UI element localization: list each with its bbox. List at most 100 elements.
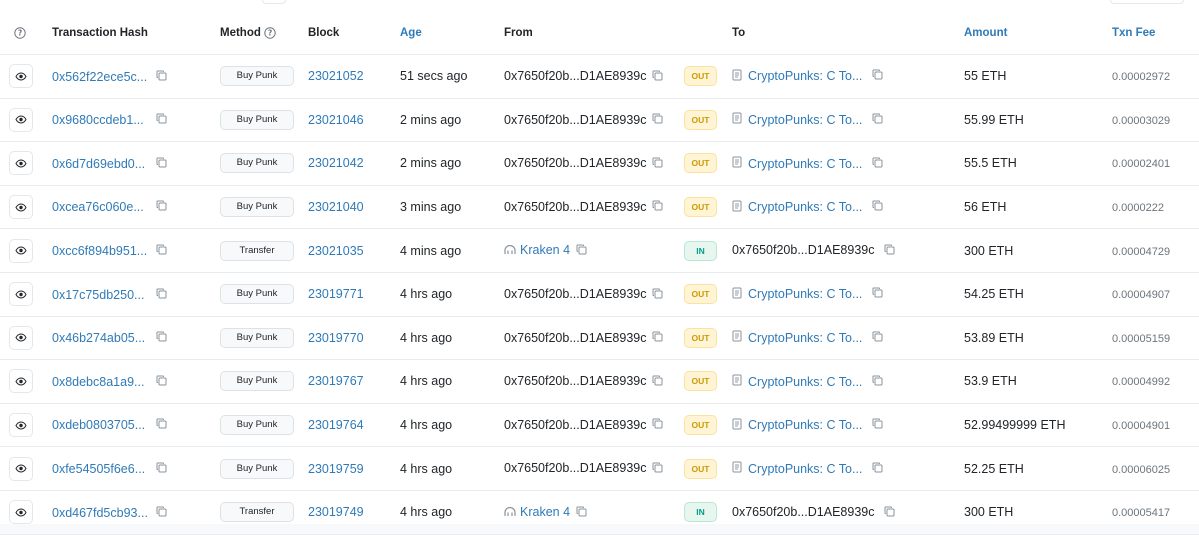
eye-icon[interactable] [9,151,33,176]
from-address[interactable]: 0x7650f20b...D1AE8939c [504,113,646,127]
copy-icon[interactable] [652,200,663,214]
copy-icon[interactable] [156,157,167,171]
copy-icon[interactable] [652,70,663,84]
copy-icon[interactable] [872,331,883,345]
block-link[interactable]: 23019771 [308,287,364,301]
eye-icon[interactable] [9,64,33,89]
tx-hash-link[interactable]: 0xdeb0803705... [52,418,150,432]
eye-icon[interactable] [9,500,33,525]
tx-hash-link[interactable]: 0x17c75db250... [52,288,150,302]
copy-icon[interactable] [884,244,895,258]
from-address[interactable]: 0x7650f20b...D1AE8939c [504,156,646,170]
copy-icon[interactable] [156,331,167,345]
copy-icon[interactable] [872,418,883,432]
eye-icon[interactable] [9,107,33,132]
row-preview-cell [0,490,52,535]
block-link[interactable]: 23021052 [308,69,364,83]
copy-icon[interactable] [872,113,883,127]
copy-icon[interactable] [872,375,883,389]
direction-badge: OUT [684,284,717,305]
txn-fee-value: 0.00003029 [1112,114,1171,127]
eye-icon[interactable] [9,282,33,307]
copy-icon[interactable] [884,506,895,520]
copy-icon[interactable] [652,288,663,302]
block-link[interactable]: 23019749 [308,505,364,519]
table-row: 0x8debc8a1a9... Buy Punk 23019767 4 hrs ago… [0,359,1199,404]
copy-icon[interactable] [652,113,663,127]
question-icon[interactable]: ? [14,27,26,39]
to-link[interactable]: CryptoPunks: C To... [748,462,862,476]
copy-icon[interactable] [156,506,167,520]
copy-icon[interactable] [872,69,883,83]
header-age[interactable]: Age [400,12,504,55]
block-link[interactable]: 23021040 [308,200,364,214]
copy-icon[interactable] [652,418,663,432]
from-address[interactable]: 0x7650f20b...D1AE8939c [504,69,646,83]
block-link[interactable]: 23021042 [308,156,364,170]
tx-hash-link[interactable]: 0x6d7d69ebd0... [52,157,150,171]
block-link[interactable]: 23021046 [308,113,364,127]
tx-hash-link[interactable]: 0x9680ccdeb1... [52,113,150,127]
copy-icon[interactable] [156,70,167,84]
copy-icon[interactable] [652,462,663,476]
tx-hash-link[interactable]: 0x8debc8a1a9... [52,375,150,389]
copy-icon[interactable] [652,375,663,389]
to-link[interactable]: CryptoPunks: C To... [748,157,862,171]
to-link[interactable]: CryptoPunks: C To... [748,331,862,345]
from-address[interactable]: 0x7650f20b...D1AE8939c [504,200,646,214]
from-address[interactable]: 0x7650f20b...D1AE8939c [504,374,646,388]
to-link[interactable]: CryptoPunks: C To... [748,375,862,389]
tx-hash-link[interactable]: 0xcc6f894b951... [52,244,150,258]
amount-cell: 54.25 ETH [964,272,1112,317]
copy-icon[interactable] [652,157,663,171]
from-address[interactable]: 0x7650f20b...D1AE8939c [504,461,646,475]
copy-icon[interactable] [872,462,883,476]
block-link[interactable]: 23019764 [308,418,364,432]
eye-icon[interactable] [9,238,33,263]
eye-icon[interactable] [9,413,33,438]
header-txn-fee[interactable]: Txn Fee [1112,12,1199,55]
block-link[interactable]: 23019767 [308,374,364,388]
copy-icon[interactable] [156,418,167,432]
copy-icon[interactable] [156,113,167,127]
copy-icon[interactable] [156,244,167,258]
eye-icon[interactable] [9,456,33,481]
method-help-icon[interactable]: ? [264,27,276,39]
from-address[interactable]: 0x7650f20b...D1AE8939c [504,418,646,432]
copy-icon[interactable] [576,506,587,520]
copy-icon[interactable] [156,375,167,389]
copy-icon[interactable] [872,200,883,214]
tx-hash-link[interactable]: 0x562f22ece5c... [52,70,150,84]
to-link[interactable]: CryptoPunks: C To... [748,69,862,83]
tx-hash-link[interactable]: 0x46b274ab05... [52,331,150,345]
tx-hash-link[interactable]: 0xcea76c060e... [52,200,150,214]
tx-hash-link[interactable]: 0xfe54505f6e6... [52,462,150,476]
copy-icon[interactable] [872,287,883,301]
copy-icon[interactable] [576,244,587,258]
copy-icon[interactable] [156,288,167,302]
block-link[interactable]: 23019770 [308,331,364,345]
tx-hash-link[interactable]: 0xd467fd5cb93... [52,506,150,520]
to-link[interactable]: CryptoPunks: C To... [748,200,862,214]
copy-icon[interactable] [872,157,883,171]
eye-icon[interactable] [9,195,33,220]
to-link[interactable]: CryptoPunks: C To... [748,113,862,127]
from-address[interactable]: 0x7650f20b...D1AE8939c [504,331,646,345]
eye-icon[interactable] [9,325,33,350]
eye-icon[interactable] [9,369,33,394]
from-link[interactable]: Kraken 4 [520,505,570,519]
to-address[interactable]: 0x7650f20b...D1AE8939c [732,505,874,519]
copy-icon[interactable] [156,200,167,214]
block-cell: 23021052 [308,54,400,99]
to-link[interactable]: CryptoPunks: C To... [748,287,862,301]
to-address[interactable]: 0x7650f20b...D1AE8939c [732,243,874,257]
block-link[interactable]: 23021035 [308,244,364,258]
from-link[interactable]: Kraken 4 [520,243,570,257]
copy-icon[interactable] [156,462,167,476]
header-amount[interactable]: Amount [964,12,1112,55]
header-info[interactable]: ? [0,12,52,55]
copy-icon[interactable] [652,331,663,345]
to-link[interactable]: CryptoPunks: C To... [748,418,862,432]
block-link[interactable]: 23019759 [308,462,364,476]
from-address[interactable]: 0x7650f20b...D1AE8939c [504,287,646,301]
